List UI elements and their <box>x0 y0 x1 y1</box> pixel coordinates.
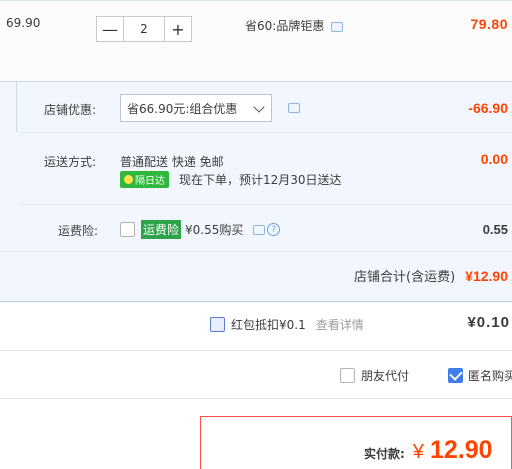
shipping-eta-text: 现在下单，预计12月30日送达 <box>179 173 342 187</box>
chat-icon[interactable] <box>331 22 343 32</box>
next-day-badge: 隔日达 <box>120 171 169 188</box>
divider <box>20 204 512 205</box>
lightning-icon <box>124 175 133 184</box>
payment-currency: ¥ <box>412 441 424 463</box>
shop-total: 店铺合计(含运费) ¥12.90 <box>354 266 508 285</box>
shop-discount-amount: -66.90 <box>468 100 508 116</box>
shop-discount-select[interactable]: 省66.90元:组合优惠 <box>120 94 272 122</box>
quantity-input[interactable]: 2 <box>124 16 164 42</box>
friend-pay-option: 朋友代付 <box>340 367 409 384</box>
insurance-tag: 运费险 <box>141 220 182 239</box>
divider <box>20 132 512 133</box>
chat-icon[interactable] <box>288 103 300 113</box>
red-packet-details-link[interactable]: 查看详情 <box>316 316 364 333</box>
item-unit-price: 69.90 <box>6 16 41 30</box>
chevron-down-icon <box>253 101 265 113</box>
red-packet-checkbox[interactable] <box>210 317 225 332</box>
item-subtotal: 79.80 <box>470 16 508 32</box>
quantity-increase-button[interactable]: + <box>164 16 192 42</box>
shop-discount-label: 店铺优惠: <box>44 103 97 117</box>
divider <box>0 350 512 351</box>
insurance-amount: 0.55 <box>482 222 508 237</box>
shop-total-label: 店铺合计(含运费) <box>354 270 456 285</box>
anonymous-label: 匿名购买 <box>468 369 512 383</box>
payment-amount: 12.90 <box>429 436 493 464</box>
insurance-checkbox[interactable] <box>120 222 135 237</box>
shipping-label: 运送方式: <box>44 155 97 169</box>
insurance-option: 运费险 ¥0.55购买 ? <box>120 220 281 239</box>
next-day-badge-text: 隔日达 <box>135 176 165 187</box>
friend-pay-checkbox[interactable] <box>340 368 355 383</box>
help-icon[interactable]: ? <box>267 223 281 236</box>
shop-total-amount: ¥12.90 <box>465 268 508 284</box>
divider <box>0 251 512 252</box>
quantity-decrease-button[interactable]: — <box>96 16 124 42</box>
item-promo-text: 省60:品牌钜惠 <box>245 19 325 33</box>
anonymous-checkbox[interactable] <box>448 368 463 383</box>
red-packet-label: 红包抵扣¥0.1 <box>231 318 306 332</box>
shop-discount-selected: 省66.90元:组合优惠 <box>127 101 238 116</box>
divider <box>0 398 512 399</box>
payment-total: 实付款: ¥ 12.90 <box>364 436 493 465</box>
payment-label: 实付款: <box>364 447 405 461</box>
item-row <box>0 0 512 82</box>
shipping-amount: 0.00 <box>480 151 508 167</box>
insurance-label: 运费险: <box>58 224 99 238</box>
red-packet-amount: ¥0.10 <box>467 314 510 331</box>
red-packet-option: 红包抵扣¥0.1 查看详情 <box>210 316 364 333</box>
shipping-eta: 隔日达 现在下单，预计12月30日送达 <box>120 171 342 188</box>
item-promo: 省60:品牌钜惠 <box>245 17 324 34</box>
anonymous-option: 匿名购买 <box>448 367 512 384</box>
friend-pay-label: 朋友代付 <box>361 369 410 383</box>
chat-icon[interactable] <box>253 224 266 235</box>
insurance-price: ¥0.55购买 <box>185 223 244 237</box>
quantity-stepper: — 2 + <box>96 16 192 42</box>
divider <box>16 82 17 132</box>
shipping-method: 普通配送 快递 免邮 <box>120 155 224 169</box>
